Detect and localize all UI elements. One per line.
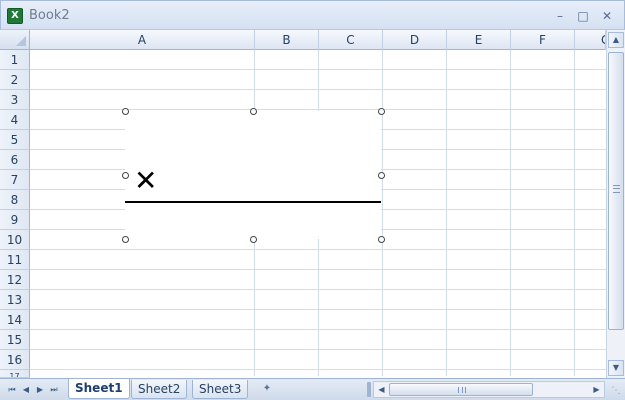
close-button[interactable]: ✕ [598,7,616,25]
horizontal-scrollbar[interactable]: ◀ ▶ [373,381,605,398]
row-header-13[interactable]: 13 [0,290,30,310]
scroll-up-icon[interactable]: ▲ [608,32,624,48]
title-bar: X Book2 – □ ✕ [0,0,625,30]
gridline [30,349,606,350]
row-header-6[interactable]: 6 [0,150,30,170]
sheet-tab-sheet1[interactable]: Sheet1 [68,379,130,399]
resize-handle-right[interactable] [378,172,385,179]
scroll-left-icon[interactable]: ◀ [374,382,389,397]
window-resize-grip-icon[interactable]: ⋱ [609,384,623,398]
grip-icon [458,387,466,393]
excel-icon[interactable]: X [7,8,23,24]
signature-line-object[interactable] [125,111,381,239]
resize-handle-left[interactable] [122,172,129,179]
tab-split-handle[interactable] [367,382,371,397]
grip-icon [613,185,620,193]
column-header-c[interactable]: C [319,30,383,50]
gridline [30,309,606,310]
previous-sheet-icon[interactable]: ◀ [20,383,32,397]
row-header-17[interactable]: 17 [0,370,30,378]
resize-handle-top[interactable] [250,108,257,115]
resize-handle-top-left[interactable] [122,108,129,115]
gridline [30,89,606,90]
next-sheet-icon[interactable]: ▶ [34,383,46,397]
row-header-10[interactable]: 10 [0,230,30,250]
gridline [30,329,606,330]
window-title: Book2 [29,8,70,23]
restore-button[interactable]: □ [574,7,592,25]
gridline [382,50,383,376]
resize-handle-bottom-right[interactable] [378,236,385,243]
gridline [30,109,606,110]
select-all-button[interactable] [0,30,30,50]
gridline [30,289,606,290]
sheet-tab-sheet2[interactable]: Sheet2 [131,380,188,399]
signature-x-mark: ✕ [134,164,158,197]
row-header-12[interactable]: 12 [0,270,30,290]
gridline [30,249,606,250]
column-header-g[interactable]: G [575,30,606,50]
row-header-2[interactable]: 2 [0,70,30,90]
gridline [446,50,447,376]
vertical-scrollbar[interactable]: ▲ ▼ [606,30,625,380]
gridline [30,269,606,270]
row-header-11[interactable]: 11 [0,250,30,270]
resize-handle-bottom[interactable] [250,236,257,243]
scroll-right-icon[interactable]: ▶ [589,382,604,397]
column-header-d[interactable]: D [383,30,447,50]
resize-handle-top-right[interactable] [378,108,385,115]
horizontal-scroll-thumb[interactable] [389,383,533,396]
signature-line [125,201,381,203]
gridline [510,50,511,376]
row-header-15[interactable]: 15 [0,330,30,350]
sheet-tab-sheet3[interactable]: Sheet3 [192,380,249,399]
resize-handle-bottom-left[interactable] [122,236,129,243]
row-header-7[interactable]: 7 [0,170,30,190]
row-header-16[interactable]: 16 [0,350,30,370]
gridline [30,369,606,370]
column-header-e[interactable]: E [447,30,511,50]
row-header-8[interactable]: 8 [0,190,30,210]
minimize-button[interactable]: – [551,7,569,25]
row-header-4[interactable]: 4 [0,110,30,130]
first-sheet-icon[interactable]: ⏮ [6,383,18,397]
column-header-f[interactable]: F [511,30,575,50]
row-header-14[interactable]: 14 [0,310,30,330]
select-all-icon [16,36,26,46]
row-header-5[interactable]: 5 [0,130,30,150]
row-header-1[interactable]: 1 [0,50,30,70]
insert-worksheet-icon[interactable]: ✦ [257,381,277,397]
row-header-3[interactable]: 3 [0,90,30,110]
vertical-scroll-thumb[interactable] [608,52,624,330]
last-sheet-icon[interactable]: ⏭ [48,383,60,397]
row-header-9[interactable]: 9 [0,210,30,230]
sheet-tab-bar: ⏮ ◀ ▶ ⏭ Sheet1 Sheet2 Sheet3 ✦ ◀ ▶ [0,378,625,400]
column-header-b[interactable]: B [255,30,319,50]
scroll-down-icon[interactable]: ▼ [608,360,624,376]
gridline [574,50,575,376]
gridline [30,69,606,70]
column-header-a[interactable]: A [30,30,255,50]
